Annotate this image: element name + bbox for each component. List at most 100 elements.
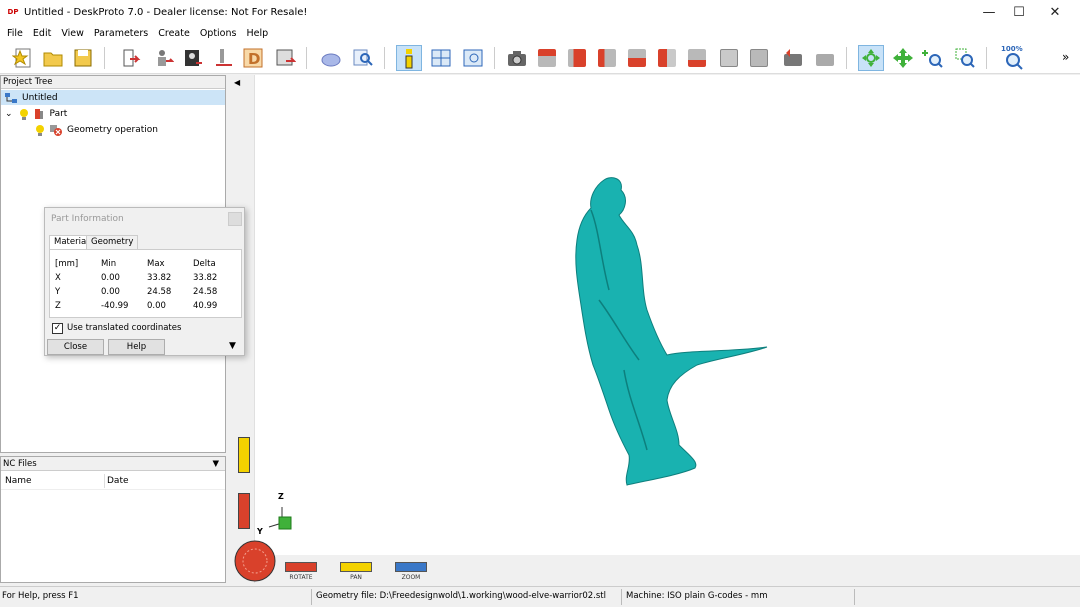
previous-view-button[interactable] [780, 45, 806, 71]
bitmap-button[interactable] [180, 45, 206, 71]
view-layout-button[interactable] [428, 45, 454, 71]
close-button[interactable]: Close [47, 339, 104, 355]
zoom-window-button[interactable] [952, 45, 978, 71]
load-geometry-icon [123, 49, 141, 67]
menu-parameters[interactable]: Parameters [89, 28, 153, 39]
menu-bar: File Edit View Parameters Create Options… [0, 24, 1080, 42]
lightbulb-icon [19, 108, 28, 120]
dimension-table: [mm] Min Max Delta X 0.00 33.82 33.82 Y … [49, 249, 242, 318]
nc-files-title: NC Files [3, 459, 37, 469]
simulation-icon [321, 53, 341, 67]
header-max: Max [147, 259, 165, 269]
rotate-mode-button[interactable] [858, 45, 884, 71]
zoom-in-icon [922, 50, 943, 68]
toolbar: D 100% » [0, 42, 1080, 74]
view-top-button[interactable] [534, 45, 560, 71]
simulate-button[interactable] [318, 45, 344, 71]
rotate-dial-icon[interactable] [233, 539, 277, 583]
view-bottom-button[interactable] [684, 45, 710, 71]
3d-model-warrior[interactable] [529, 170, 779, 500]
toolbar-overflow-button[interactable]: » [1062, 50, 1069, 64]
nc-column-name[interactable]: Name [5, 476, 32, 486]
cube-front-icon [568, 49, 586, 67]
row-x-axis: X [55, 273, 61, 283]
save-button[interactable] [70, 45, 96, 71]
view-right-button[interactable] [594, 45, 620, 71]
tree-operation-node[interactable]: Geometry operation [35, 122, 158, 137]
app-logo-icon: DP [7, 8, 19, 16]
tool-button[interactable] [210, 45, 236, 71]
menu-view[interactable]: View [56, 28, 89, 39]
zoom-slider[interactable] [395, 562, 427, 572]
drawing-button[interactable]: D [240, 45, 266, 71]
maximize-button[interactable]: ☐ [1002, 0, 1036, 24]
zoom-window-icon [955, 48, 975, 68]
tree-part-node[interactable]: ⌄ Part [5, 106, 67, 121]
translated-coordinates-label: Use translated coordinates [67, 323, 182, 333]
close-window-button[interactable]: ✕ [1038, 0, 1072, 24]
minimize-button[interactable]: — [972, 0, 1006, 24]
camera-view-button[interactable] [504, 45, 530, 71]
chevron-down-icon[interactable]: ⌄ [5, 109, 13, 119]
pan-slider[interactable] [340, 562, 372, 572]
tree-root-untitled[interactable]: Untitled [1, 90, 225, 105]
new-project-button[interactable] [10, 45, 36, 71]
preview-magnifier-icon [353, 49, 373, 66]
pan-mode-button[interactable] [890, 45, 916, 71]
menu-create[interactable]: Create [153, 28, 195, 39]
camera-next-icon [816, 54, 834, 66]
lightbulb-icon [36, 124, 44, 136]
operation-error-icon [50, 124, 62, 136]
rotate-vertical-slider[interactable] [238, 493, 250, 529]
next-view-button[interactable] [812, 45, 838, 71]
preview-button[interactable] [350, 45, 376, 71]
zoom-mode-button[interactable] [920, 45, 946, 71]
dialog-close-icon[interactable] [228, 212, 242, 226]
dropdown-arrow-icon[interactable]: ▼ [212, 457, 219, 471]
pan-vertical-slider[interactable] [238, 437, 250, 473]
nc-files-header[interactable]: NC Files ▼ [1, 457, 225, 471]
header-delta: Delta [193, 259, 216, 269]
viewport-bottom-bar: ROTATE PAN ZOOM [234, 540, 1080, 583]
view-iso-button[interactable] [716, 45, 742, 71]
camera-previous-icon [784, 49, 802, 66]
rotate-slider[interactable] [285, 562, 317, 572]
expand-down-icon[interactable]: ▼ [229, 341, 236, 351]
axis-z-label: Z [278, 492, 284, 501]
pan-arrows-icon [893, 48, 913, 68]
new-star-icon [12, 48, 31, 68]
menu-options[interactable]: Options [195, 28, 242, 39]
status-help: For Help, press F1 [2, 591, 79, 601]
menu-edit[interactable]: Edit [28, 28, 56, 39]
drawing-d-icon: D [243, 48, 263, 68]
part-button[interactable] [150, 45, 176, 71]
open-button[interactable] [40, 45, 66, 71]
nc-files-panel: NC Files ▼ Name Date [0, 456, 226, 583]
help-button[interactable]: Help [108, 339, 165, 355]
part-info-button[interactable] [396, 45, 422, 71]
zoom-100-button[interactable]: 100% [1000, 45, 1026, 71]
save-disk-icon [74, 49, 92, 67]
title-bar: DP Untitled - DeskProto 7.0 - Dealer lic… [0, 0, 1080, 24]
part-figure-icon [34, 108, 43, 119]
view-front-button[interactable] [564, 45, 590, 71]
nc-column-date[interactable]: Date [107, 476, 129, 486]
menu-file[interactable]: File [2, 28, 28, 39]
row-y-axis: Y [55, 287, 61, 297]
view-left-button[interactable] [654, 45, 680, 71]
load-geometry-button[interactable] [118, 45, 144, 71]
translated-coordinates-checkbox[interactable]: ✓ [52, 323, 63, 334]
3d-viewport[interactable]: ◀ Z Y ROTATE PAN ZOOM [229, 75, 1080, 583]
save-nc-icon [276, 49, 296, 66]
header-unit: [mm] [55, 259, 79, 269]
save-nc-button[interactable] [272, 45, 298, 71]
row-z-max: 0.00 [147, 301, 166, 311]
tab-geometry[interactable]: Geometry [86, 235, 139, 249]
view-iso2-button[interactable] [746, 45, 772, 71]
view-settings-button[interactable] [460, 45, 486, 71]
view-settings-icon [463, 49, 483, 67]
collapse-arrow-icon[interactable]: ◀ [234, 78, 240, 87]
menu-help[interactable]: Help [241, 28, 273, 39]
row-z-delta: 40.99 [193, 301, 218, 311]
view-back-button[interactable] [624, 45, 650, 71]
